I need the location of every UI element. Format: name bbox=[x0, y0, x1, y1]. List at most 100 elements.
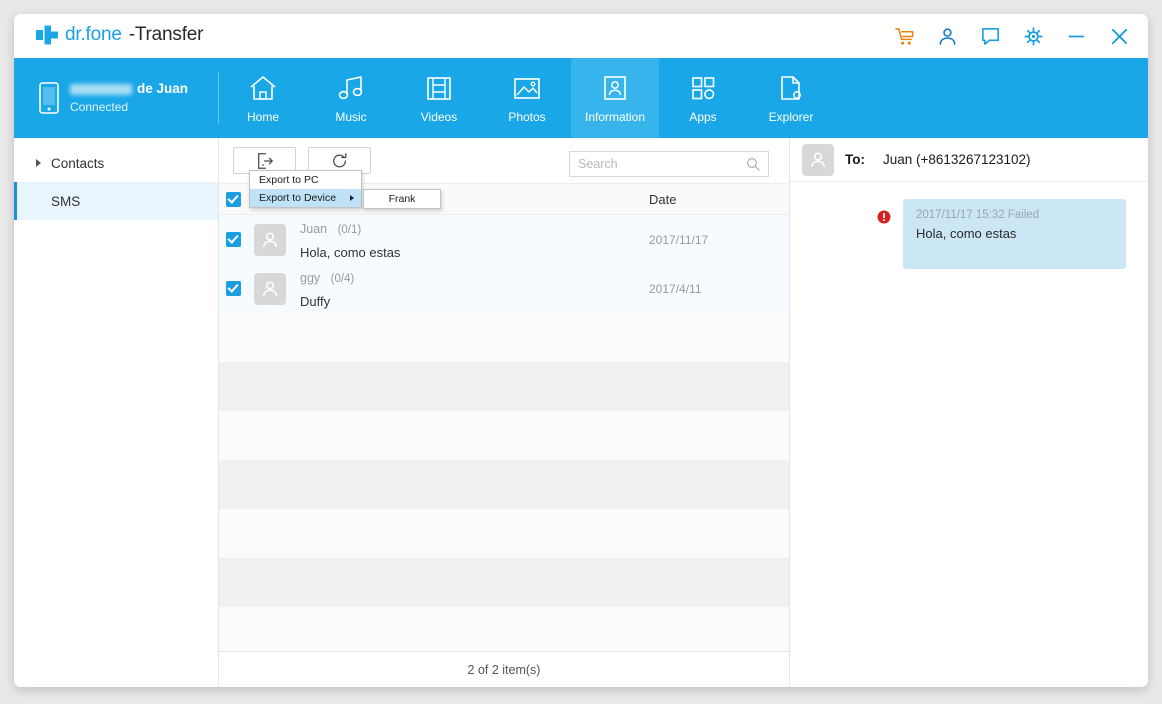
table-row[interactable]: ggy (0/4) Duffy 2017/4/11 bbox=[219, 264, 789, 313]
connected-device[interactable]: de Juan Connected bbox=[14, 58, 219, 138]
feedback-icon[interactable] bbox=[980, 26, 1001, 47]
music-icon bbox=[338, 75, 363, 99]
tab-label: Photos bbox=[508, 109, 546, 124]
title-bar: dr.fone -Transfer bbox=[14, 14, 1148, 58]
app-window: dr.fone -Transfer de Juan Connected Home… bbox=[14, 14, 1148, 687]
submenu-item-label: Frank bbox=[388, 193, 416, 205]
row-checkbox[interactable] bbox=[226, 232, 241, 247]
tab-home[interactable]: Home bbox=[219, 58, 307, 138]
row-count: (0/4) bbox=[330, 272, 355, 285]
account-icon[interactable] bbox=[937, 26, 958, 47]
sidebar-item-contacts[interactable]: Contacts bbox=[14, 144, 218, 182]
device-status: Connected bbox=[70, 100, 129, 115]
chevron-right-icon bbox=[36, 159, 41, 167]
tab-label: Home bbox=[246, 109, 279, 124]
export-icon bbox=[257, 152, 273, 169]
conversation-panel: To: Juan (+8613267123102) 2017/11/17 15:… bbox=[790, 138, 1148, 687]
sidebar-item-sms[interactable]: SMS bbox=[14, 182, 218, 220]
export-context-menu: Export to PC Export to Device Frank bbox=[249, 170, 441, 209]
menu-item-label: Export to PC bbox=[259, 174, 319, 186]
contact-avatar-icon bbox=[263, 231, 277, 247]
information-icon bbox=[604, 75, 626, 100]
cart-icon[interactable] bbox=[894, 26, 915, 47]
conversation-header: To: Juan (+8613267123102) bbox=[790, 138, 1148, 182]
window-controls bbox=[894, 26, 1130, 47]
submenu-item-frank[interactable]: Frank bbox=[364, 190, 440, 208]
device-text: de Juan Connected bbox=[70, 81, 188, 116]
menu-item-export-to-device[interactable]: Export to Device bbox=[250, 189, 361, 207]
redacted-device-name bbox=[70, 83, 132, 95]
message-rows: Juan (0/1) Hola, como estas 2017/11/17 g… bbox=[219, 215, 789, 651]
row-contact-name: ggy bbox=[300, 270, 321, 285]
row-date: 2017/11/17 bbox=[649, 232, 709, 247]
contact-avatar-icon bbox=[263, 280, 277, 296]
product-name: -Transfer bbox=[128, 24, 204, 45]
app-body: Contacts SMS Search Export to PC Export … bbox=[14, 138, 1148, 687]
chevron-right-icon bbox=[350, 195, 354, 201]
row-text: ggy (0/4) Duffy bbox=[300, 266, 354, 312]
row-header: Juan (0/1) bbox=[300, 217, 400, 241]
brand: dr.fone -Transfer bbox=[36, 24, 203, 46]
message-item: 2017/11/17 15:32 Failed Hola, como estas bbox=[790, 199, 1126, 269]
navigation-bar: de Juan Connected Home Music Videos Phot… bbox=[14, 58, 1148, 138]
menu-item-label: Export to Device bbox=[259, 192, 337, 204]
apps-icon bbox=[692, 76, 715, 99]
search-box[interactable] bbox=[569, 151, 769, 177]
close-icon[interactable] bbox=[1109, 26, 1130, 47]
sidebar-item-label: SMS bbox=[51, 193, 81, 209]
empty-row bbox=[219, 313, 789, 362]
row-contact-name: Juan bbox=[300, 221, 328, 236]
tab-label: Explorer bbox=[768, 109, 814, 124]
row-header: ggy (0/4) bbox=[300, 266, 354, 290]
failed-icon[interactable] bbox=[877, 210, 891, 224]
to-value: Juan (+8613267123102) bbox=[883, 152, 1031, 167]
sidebar-item-label: Contacts bbox=[51, 155, 105, 171]
videos-icon bbox=[427, 76, 451, 100]
home-icon bbox=[250, 75, 276, 100]
row-checkbox[interactable] bbox=[226, 281, 241, 296]
empty-row bbox=[219, 509, 789, 558]
settings-icon[interactable] bbox=[1023, 26, 1044, 47]
search-input[interactable] bbox=[578, 157, 746, 171]
device-name: de Juan bbox=[70, 81, 188, 98]
row-message-preview: Duffy bbox=[300, 293, 331, 309]
list-toolbar: Export to PC Export to Device Frank bbox=[219, 138, 789, 209]
brand-name: dr.fone bbox=[65, 24, 122, 45]
tab-music[interactable]: Music bbox=[307, 58, 395, 138]
to-label: To: bbox=[845, 152, 865, 167]
tab-label: Videos bbox=[420, 109, 458, 124]
photos-icon bbox=[514, 77, 540, 99]
empty-row bbox=[219, 362, 789, 411]
minimize-icon[interactable] bbox=[1066, 26, 1087, 47]
sidebar: Contacts SMS bbox=[14, 138, 219, 687]
tab-photos[interactable]: Photos bbox=[483, 58, 571, 138]
contact-avatar-icon bbox=[811, 151, 825, 167]
export-device-submenu: Frank bbox=[363, 189, 441, 209]
avatar bbox=[254, 272, 286, 305]
status-bar: 2 of 2 item(s) bbox=[219, 651, 789, 687]
tab-explorer[interactable]: Explorer bbox=[747, 58, 835, 138]
message-bubble: 2017/11/17 15:32 Failed Hola, como estas bbox=[903, 199, 1126, 269]
nav-tabs: Home Music Videos Photos Information App… bbox=[219, 58, 835, 138]
message-text: Hola, como estas bbox=[916, 226, 1017, 241]
row-date: 2017/4/11 bbox=[649, 281, 702, 296]
tab-label: Apps bbox=[689, 109, 717, 124]
refresh-icon bbox=[332, 152, 346, 167]
empty-row bbox=[219, 460, 789, 509]
tab-videos[interactable]: Videos bbox=[395, 58, 483, 138]
phone-icon bbox=[39, 82, 59, 114]
empty-row bbox=[219, 607, 789, 651]
message-time: 2017/11/17 15:32 Failed bbox=[916, 209, 1040, 221]
device-name-suffix: de Juan bbox=[137, 80, 189, 96]
message-thread: 2017/11/17 15:32 Failed Hola, como estas bbox=[790, 182, 1148, 687]
explorer-icon bbox=[781, 75, 801, 100]
menu-item-export-to-pc[interactable]: Export to PC bbox=[250, 171, 361, 189]
search-icon[interactable] bbox=[746, 157, 760, 171]
avatar bbox=[802, 143, 834, 176]
table-row[interactable]: Juan (0/1) Hola, como estas 2017/11/17 bbox=[219, 215, 789, 264]
empty-row bbox=[219, 411, 789, 460]
select-all-checkbox[interactable] bbox=[226, 191, 241, 207]
tab-information[interactable]: Information bbox=[571, 58, 659, 138]
tab-apps[interactable]: Apps bbox=[659, 58, 747, 138]
row-text: Juan (0/1) Hola, como estas bbox=[300, 217, 400, 263]
